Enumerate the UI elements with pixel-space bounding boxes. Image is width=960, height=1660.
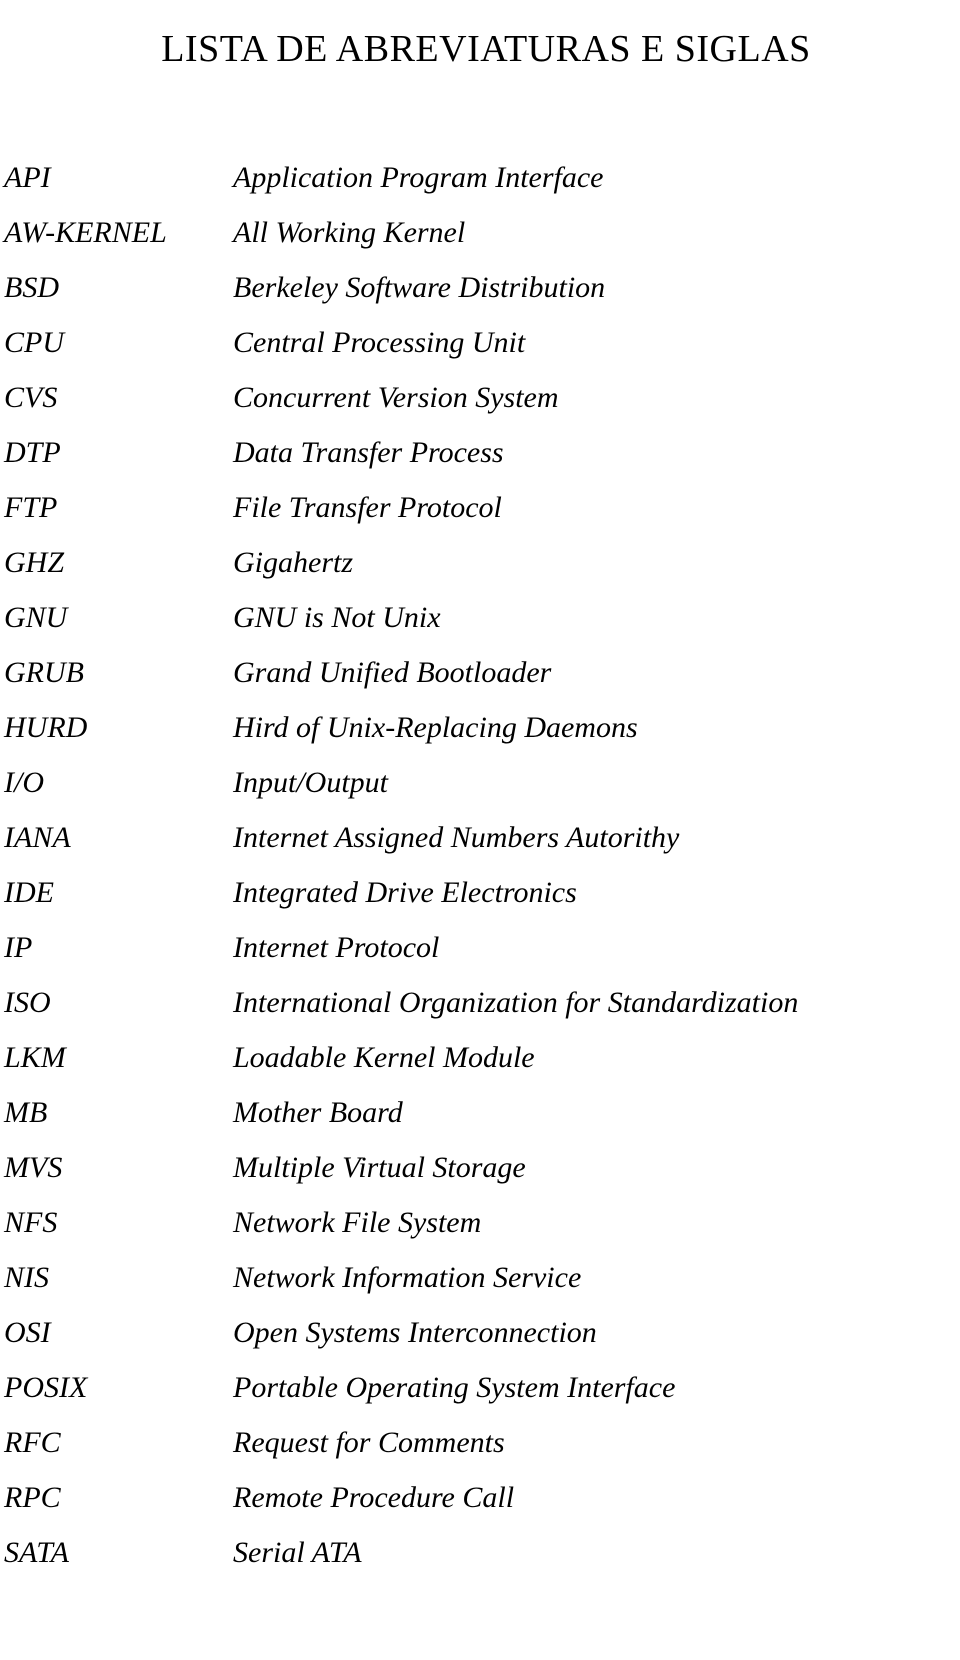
abbreviation-term: SATA <box>4 1536 69 1569</box>
abbreviation-term: AW-KERNEL <box>4 216 167 249</box>
abbreviation-term: OSI <box>4 1316 51 1349</box>
abbreviation-definition: GNU is Not Unix <box>233 601 441 634</box>
abbreviation-definition: Open Systems Interconnection <box>233 1316 597 1349</box>
abbreviation-definition: Grand Unified Bootloader <box>233 656 552 689</box>
abbreviation-row: LKM Loadable Kernel Module <box>0 1030 960 1085</box>
abbreviation-definition: Network Information Service <box>233 1261 582 1294</box>
abbreviation-row: POSIX Portable Operating System Interface <box>0 1360 960 1415</box>
abbreviation-row: I/O Input/Output <box>0 755 960 810</box>
abbreviation-term: CVS <box>4 381 58 414</box>
abbreviation-definition: Request for Comments <box>233 1426 505 1459</box>
abbreviation-row: FTP File Transfer Protocol <box>0 480 960 535</box>
abbreviation-row: NIS Network Information Service <box>0 1250 960 1305</box>
abbreviation-term: RFC <box>4 1426 61 1459</box>
abbreviation-term: I/O <box>4 766 44 799</box>
abbreviation-definition: Serial ATA <box>233 1536 362 1569</box>
abbreviation-definition: Loadable Kernel Module <box>233 1041 535 1074</box>
abbreviation-row: GNU GNU is Not Unix <box>0 590 960 645</box>
abbreviation-term: IP <box>4 931 33 964</box>
abbreviation-list: API Application Program Interface AW-KERNE… <box>0 150 960 1580</box>
abbreviation-definition: File Transfer Protocol <box>233 491 502 524</box>
abbreviation-term: POSIX <box>4 1371 88 1404</box>
abbreviation-definition: All Working Kernel <box>233 216 466 249</box>
abbreviation-term: NIS <box>4 1261 49 1294</box>
abbreviation-row: HURD Hird of Unix-Replacing Daemons <box>0 700 960 755</box>
abbreviation-definition: Integrated Drive Electronics <box>233 876 577 909</box>
abbreviation-row: SATA Serial ATA <box>0 1525 960 1580</box>
abbreviation-row: OSI Open Systems Interconnection <box>0 1305 960 1360</box>
abbreviation-row: RPC Remote Procedure Call <box>0 1470 960 1525</box>
abbreviation-term: HURD <box>4 711 88 744</box>
abbreviation-row: DTP Data Transfer Process <box>0 425 960 480</box>
abbreviation-row: CVS Concurrent Version System <box>0 370 960 425</box>
abbreviation-definition: Input/Output <box>233 766 388 799</box>
abbreviation-term: ISO <box>4 986 51 1019</box>
abbreviation-definition: Network File System <box>233 1206 482 1239</box>
abbreviation-term: RPC <box>4 1481 61 1514</box>
abbreviation-definition: Gigahertz <box>233 546 353 579</box>
abbreviation-row: IDE Integrated Drive Electronics <box>0 865 960 920</box>
abbreviation-term: GRUB <box>4 656 84 689</box>
abbreviation-term: FTP <box>4 491 58 524</box>
abbreviation-term: NFS <box>4 1206 58 1239</box>
abbreviation-row: IP Internet Protocol <box>0 920 960 975</box>
abbreviation-row: MB Mother Board <box>0 1085 960 1140</box>
abbreviation-term: MB <box>4 1096 48 1129</box>
abbreviation-definition: Internet Protocol <box>233 931 440 964</box>
abbreviation-term: IANA <box>4 821 71 854</box>
abbreviation-term: BSD <box>4 271 59 304</box>
abbreviation-row: NFS Network File System <box>0 1195 960 1250</box>
abbreviation-row: GRUB Grand Unified Bootloader <box>0 645 960 700</box>
document-page: LISTA DE ABREVIATURAS E SIGLAS API Applic… <box>0 0 960 1660</box>
abbreviation-definition: Hird of Unix-Replacing Daemons <box>233 711 638 744</box>
abbreviation-row: AW-KERNEL All Working Kernel <box>0 205 960 260</box>
abbreviation-row: API Application Program Interface <box>0 150 960 205</box>
abbreviation-term: CPU <box>4 326 64 359</box>
abbreviation-row: RFC Request for Comments <box>0 1415 960 1470</box>
abbreviation-row: CPU Central Processing Unit <box>0 315 960 370</box>
abbreviation-row: ISO International Organization for Standa… <box>0 975 960 1030</box>
abbreviation-definition: Concurrent Version System <box>233 381 559 414</box>
abbreviation-term: GHZ <box>4 546 65 579</box>
abbreviation-row: IANA Internet Assigned Numbers Autorithy <box>0 810 960 865</box>
abbreviation-term: LKM <box>4 1041 66 1074</box>
abbreviation-definition: Portable Operating System Interface <box>233 1371 676 1404</box>
abbreviation-row: GHZ Gigahertz <box>0 535 960 590</box>
abbreviation-row: MVS Multiple Virtual Storage <box>0 1140 960 1195</box>
abbreviation-definition: Mother Board <box>233 1096 403 1129</box>
abbreviation-term: IDE <box>4 876 54 909</box>
abbreviation-row: BSD Berkeley Software Distribution <box>0 260 960 315</box>
abbreviation-definition: Central Processing Unit <box>233 326 526 359</box>
abbreviation-definition: Berkeley Software Distribution <box>233 271 606 304</box>
page-title: LISTA DE ABREVIATURAS E SIGLAS <box>161 28 811 71</box>
abbreviation-term: API <box>4 161 51 194</box>
abbreviation-term: GNU <box>4 601 68 634</box>
abbreviation-definition: Multiple Virtual Storage <box>233 1151 526 1184</box>
abbreviation-definition: Internet Assigned Numbers Autorithy <box>233 821 680 854</box>
abbreviation-definition: Application Program Interface <box>233 161 604 194</box>
abbreviation-term: MVS <box>4 1151 63 1184</box>
abbreviation-definition: Remote Procedure Call <box>233 1481 515 1514</box>
abbreviation-definition: International Organization for Standardi… <box>233 986 799 1019</box>
abbreviation-term: DTP <box>4 436 61 469</box>
abbreviation-definition: Data Transfer Process <box>233 436 504 469</box>
